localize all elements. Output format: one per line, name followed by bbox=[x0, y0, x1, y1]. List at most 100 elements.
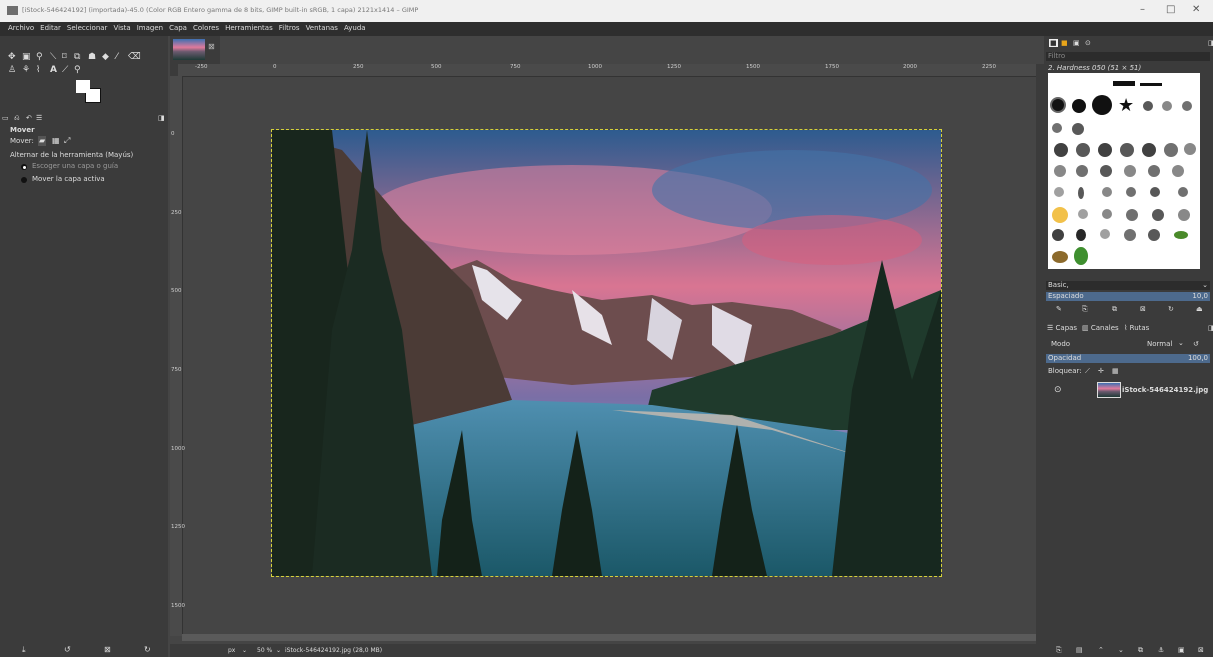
document-history-icon[interactable]: ⊙ bbox=[1085, 39, 1091, 47]
layer-row[interactable]: ⊙ iStock-546424192.jpg bbox=[1048, 382, 1213, 398]
brush-item[interactable] bbox=[1148, 229, 1160, 241]
edit-brush-icon[interactable]: ✎ bbox=[1056, 305, 1062, 313]
lock-alpha-icon[interactable]: ▦ bbox=[1112, 367, 1119, 375]
brush-item[interactable] bbox=[1054, 165, 1066, 177]
brush-item[interactable] bbox=[1126, 209, 1138, 221]
brush-item[interactable] bbox=[1076, 165, 1088, 177]
move-selection-icon[interactable]: ▦ bbox=[52, 136, 60, 146]
menu-imagen[interactable]: Imagen bbox=[134, 22, 166, 32]
brush-item[interactable] bbox=[1140, 83, 1162, 86]
lock-position-icon[interactable]: ✛ bbox=[1098, 367, 1104, 375]
brush-item[interactable] bbox=[1152, 209, 1164, 221]
menu-editar[interactable]: Editar bbox=[37, 22, 64, 32]
anchor-layer-icon[interactable]: ⚓ bbox=[1158, 646, 1164, 654]
menu-colores[interactable]: Colores bbox=[190, 22, 222, 32]
brush-item[interactable] bbox=[1113, 81, 1135, 86]
menu-filtros[interactable]: Filtros bbox=[276, 22, 303, 32]
brush-filter-field[interactable]: Filtro bbox=[1046, 52, 1210, 61]
new-layer-group-icon[interactable]: ⎘ bbox=[1056, 646, 1062, 655]
brush-item[interactable] bbox=[1052, 207, 1068, 223]
save-options-icon[interactable]: ⤓ bbox=[22, 645, 26, 655]
brush-item[interactable] bbox=[1182, 101, 1192, 111]
images-tab-icon[interactable]: ☰ bbox=[36, 113, 42, 123]
minimize-button[interactable]: – bbox=[1140, 4, 1145, 15]
brush-item[interactable] bbox=[1098, 143, 1112, 157]
landscape-photo[interactable] bbox=[271, 129, 942, 577]
lock-pixels-icon[interactable]: ⟋ bbox=[1085, 367, 1090, 376]
chevron-down-icon[interactable]: ⌄ bbox=[276, 647, 281, 654]
brush-item[interactable] bbox=[1184, 143, 1196, 155]
brush-item[interactable] bbox=[1092, 95, 1112, 115]
brush-preset-select[interactable]: Basic, ⌄ bbox=[1046, 281, 1210, 290]
lasso-icon[interactable]: ⚲ bbox=[36, 52, 43, 62]
brush-item[interactable] bbox=[1178, 187, 1188, 197]
mask-layer-icon[interactable]: ▣ bbox=[1178, 646, 1185, 654]
brush-item[interactable] bbox=[1100, 165, 1112, 177]
maximize-button[interactable]: □ bbox=[1166, 4, 1175, 15]
rect-select-icon[interactable]: ▣ bbox=[22, 52, 31, 62]
text-tool-icon[interactable]: A bbox=[50, 65, 57, 75]
fonts-tab-icon[interactable]: ▣ bbox=[1073, 39, 1080, 47]
refresh-brushes-icon[interactable]: ↻ bbox=[1168, 305, 1174, 313]
paths-icon[interactable]: ⌇ bbox=[36, 65, 40, 75]
brush-item[interactable] bbox=[1142, 143, 1156, 157]
brush-item[interactable] bbox=[1126, 187, 1136, 197]
brush-item[interactable] bbox=[1162, 101, 1172, 111]
brush-item[interactable] bbox=[1172, 165, 1184, 177]
foreground-color-swatch[interactable] bbox=[76, 80, 90, 93]
dock-menu-icon[interactable]: ◨ bbox=[1208, 39, 1213, 47]
brush-item[interactable] bbox=[1054, 143, 1068, 157]
brush-item[interactable] bbox=[1143, 101, 1153, 111]
brush-item[interactable] bbox=[1052, 229, 1064, 241]
clone-icon[interactable]: ♙ bbox=[8, 65, 16, 75]
eraser-icon[interactable]: ⌫ bbox=[128, 52, 141, 62]
unit-select[interactable]: px bbox=[228, 647, 235, 654]
opacity-slider[interactable]: Opacidad 100,0 bbox=[1046, 354, 1210, 363]
brush-item[interactable] bbox=[1174, 231, 1188, 239]
mode-select[interactable]: Normal bbox=[1147, 340, 1172, 348]
menu-seleccionar[interactable]: Seleccionar bbox=[64, 22, 111, 32]
duplicate-layer-icon[interactable]: ⧉ bbox=[1138, 646, 1143, 655]
vertical-ruler[interactable]: 0 250 500 750 1000 1250 1500 bbox=[170, 76, 185, 636]
menu-ayuda[interactable]: Ayuda bbox=[341, 22, 369, 32]
open-brush-icon[interactable]: ⏏ bbox=[1196, 305, 1203, 313]
duplicate-brush-icon[interactable]: ⧉ bbox=[1112, 305, 1117, 314]
brush-item[interactable] bbox=[1150, 187, 1160, 197]
brush-item[interactable] bbox=[1164, 143, 1178, 157]
close-tab-icon[interactable]: ⊠ bbox=[208, 42, 215, 51]
panel-menu-icon[interactable]: ◨ bbox=[158, 113, 165, 123]
move-tool-icon[interactable]: ✥ bbox=[8, 52, 16, 62]
radio-move-active-layer[interactable] bbox=[21, 177, 27, 183]
menu-vista[interactable]: Vista bbox=[110, 22, 133, 32]
brush-item[interactable] bbox=[1052, 99, 1064, 111]
brush-item[interactable] bbox=[1124, 165, 1136, 177]
menu-herramientas[interactable]: Herramientas bbox=[222, 22, 276, 32]
brush-item[interactable] bbox=[1124, 229, 1136, 241]
brush-item[interactable] bbox=[1052, 123, 1062, 133]
brush-item[interactable] bbox=[1178, 209, 1190, 221]
pepper-brush[interactable] bbox=[1074, 247, 1088, 265]
zoom-select[interactable]: 50 % bbox=[257, 647, 272, 654]
transform-icon[interactable]: ⧉ bbox=[74, 52, 80, 62]
brush-item[interactable] bbox=[1078, 187, 1084, 199]
smudge-icon[interactable]: ⚘ bbox=[22, 65, 30, 75]
horizontal-scrollbar[interactable] bbox=[182, 634, 1036, 641]
star-brush-icon[interactable]: ★ bbox=[1118, 95, 1134, 116]
delete-layer-icon[interactable]: ⊠ bbox=[1198, 646, 1204, 654]
new-layer-icon[interactable]: ▤ bbox=[1076, 646, 1083, 654]
ruler-corner-button[interactable] bbox=[170, 64, 178, 76]
brush-item[interactable] bbox=[1102, 209, 1112, 219]
chevron-down-icon[interactable]: ⌄ bbox=[242, 647, 247, 654]
mode-reset-icon[interactable]: ↺ bbox=[1193, 340, 1199, 348]
menu-ventanas[interactable]: Ventanas bbox=[303, 22, 341, 32]
chevron-down-icon[interactable]: ⌄ bbox=[1178, 339, 1184, 347]
crop-icon[interactable]: ⌑ bbox=[62, 52, 67, 62]
delete-options-icon[interactable]: ⊠ bbox=[104, 645, 111, 655]
close-button[interactable]: ✕ bbox=[1192, 4, 1200, 15]
reset-options-icon[interactable]: ↻ bbox=[144, 645, 151, 655]
brush-item[interactable] bbox=[1078, 209, 1088, 219]
brushes-tab-icon[interactable]: ■ bbox=[1049, 39, 1058, 47]
restore-options-icon[interactable]: ↺ bbox=[64, 645, 71, 655]
zoom-icon[interactable]: ⚲ bbox=[74, 65, 81, 75]
brush-item[interactable] bbox=[1120, 143, 1134, 157]
